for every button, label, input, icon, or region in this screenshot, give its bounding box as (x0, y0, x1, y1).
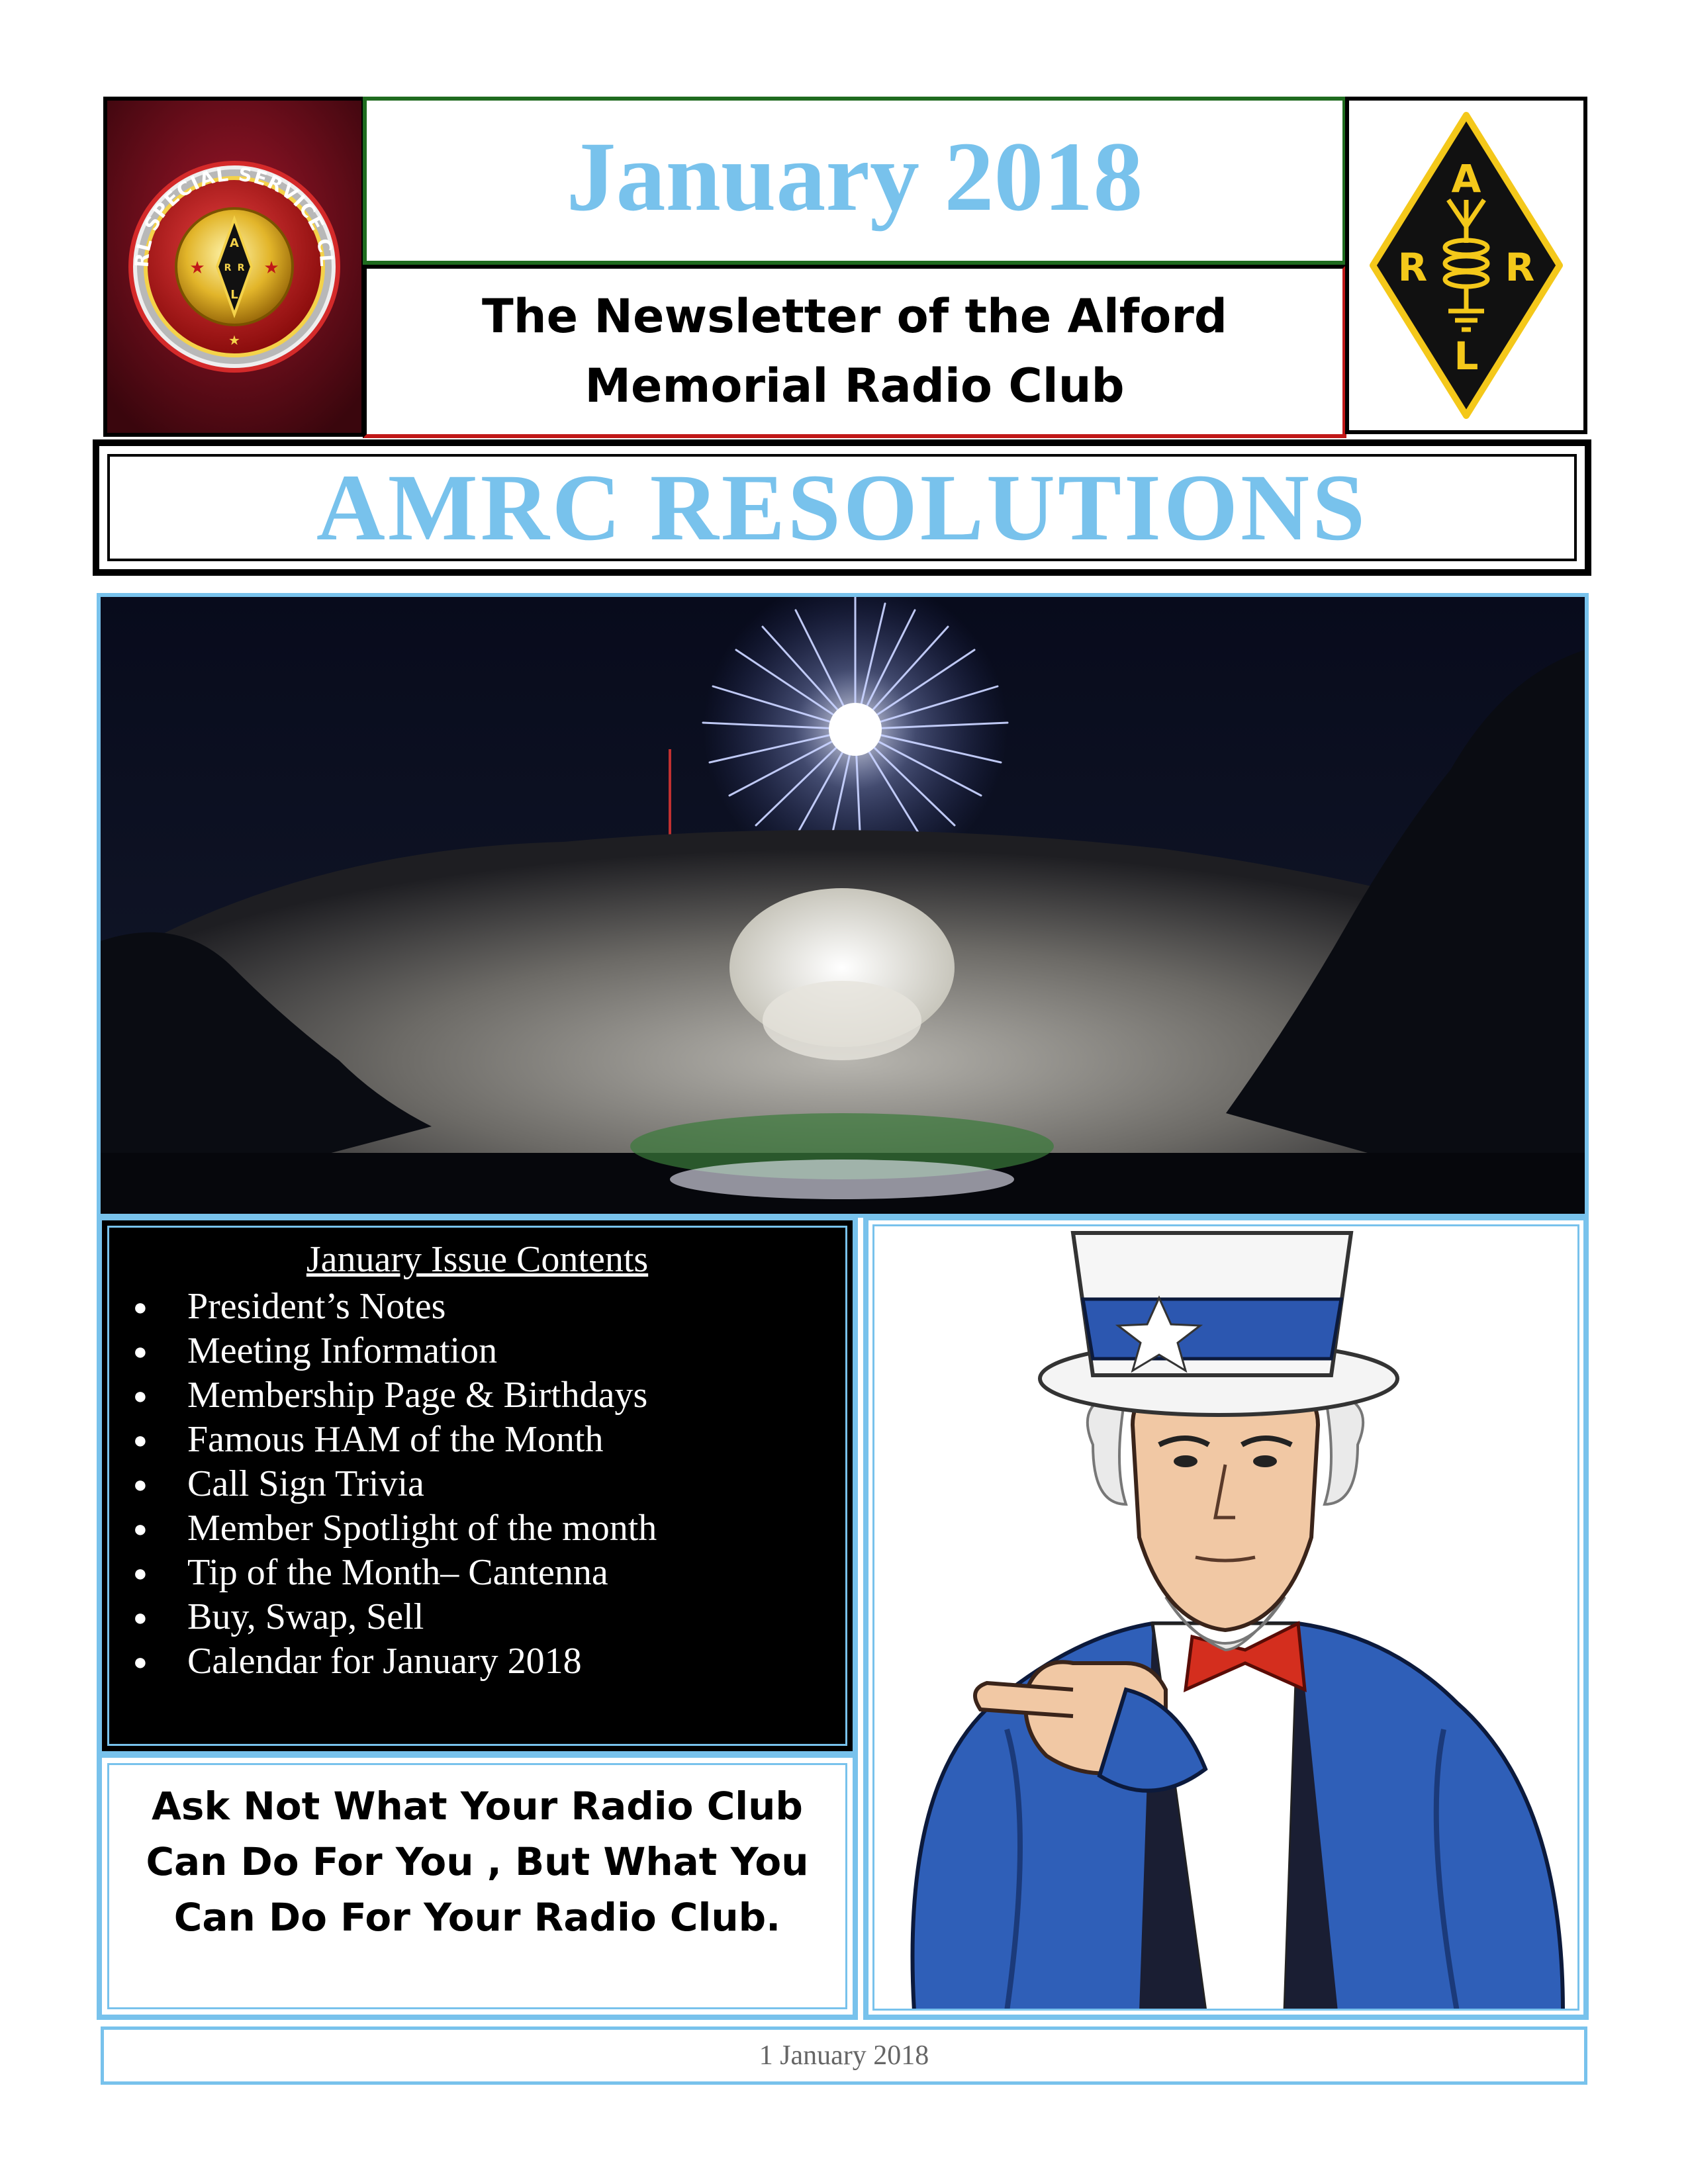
newsletter-subtitle: The Newsletter of the Alford Memorial Ra… (367, 269, 1342, 421)
arrl-diamond-icon: A R R L (1370, 112, 1563, 419)
svg-text:R: R (238, 263, 245, 273)
issue-contents-panel: January Issue Contents ● President’s Note… (97, 1215, 858, 1756)
svg-text:A: A (1452, 156, 1481, 201)
bullet-icon: ● (133, 1471, 148, 1498)
subtitle-line-2: Memorial Radio Club (585, 359, 1125, 413)
svg-text:★: ★ (228, 334, 240, 348)
bullet-icon: ● (133, 1604, 148, 1631)
bullet-icon: ● (133, 1559, 148, 1586)
list-item: ● Tip of the Month– Cantenna (133, 1551, 657, 1595)
bullet-icon: ● (133, 1426, 148, 1453)
slogan-text: Ask Not What Your Radio Club Can Do For … (122, 1778, 832, 1945)
footer-date: 1 January 2018 (759, 2040, 929, 2071)
slogan-line-1: Ask Not What Your Radio Club (152, 1784, 803, 1829)
list-item: ● Meeting Information (133, 1329, 657, 1373)
slogan-line-2: Can Do For You , But What You (146, 1839, 809, 1884)
svg-text:A: A (230, 236, 239, 250)
newsletter-date-title: January 2018 (566, 122, 1143, 232)
bullet-icon: ● (133, 1648, 148, 1675)
banner-inner-frame: AMRC RESOLUTIONS (107, 454, 1577, 561)
uncle-sam-icon (910, 1231, 1565, 2009)
svg-text:R: R (1505, 245, 1535, 290)
fireworks-photo-icon (101, 597, 1585, 1214)
subtitle-line-1: The Newsletter of the Alford (482, 289, 1227, 343)
svg-text:★: ★ (189, 257, 205, 277)
list-item: ● Member Spotlight of the month (133, 1506, 657, 1551)
bullet-icon: ● (133, 1338, 148, 1365)
uncle-sam-inner (872, 1224, 1579, 2011)
arrl-special-service-club-logo: A R R L ★ ★ ★ ARRL SPECIAL SERVICE CLUB (103, 97, 365, 437)
list-item: ● Membership Page & Birthdays (133, 1373, 657, 1418)
uncle-sam-illustration-panel (863, 1215, 1589, 2020)
svg-text:L: L (230, 288, 238, 302)
slogan-inner: Ask Not What Your Radio Club Can Do For … (107, 1763, 847, 2009)
contents-list: ● President’s Notes ● Meeting Information … (133, 1285, 657, 1684)
svg-text:R: R (1398, 245, 1428, 290)
resolutions-banner: AMRC RESOLUTIONS (93, 439, 1591, 576)
issue-contents-inner: January Issue Contents ● President’s Note… (107, 1226, 847, 1746)
arrl-logo: A R R L (1345, 97, 1587, 434)
contents-heading: January Issue Contents (306, 1239, 649, 1280)
page-footer: 1 January 2018 (101, 2026, 1587, 2085)
list-item: ● President’s Notes (133, 1285, 657, 1329)
subtitle-box: The Newsletter of the Alford Memorial Ra… (363, 265, 1346, 438)
title-box: January 2018 (363, 97, 1346, 265)
list-item: ● Call Sign Trivia (133, 1462, 657, 1506)
bullet-icon: ● (133, 1293, 148, 1320)
svg-text:R: R (224, 263, 232, 273)
list-item: ● Buy, Swap, Sell (133, 1595, 657, 1639)
list-item: ● Calendar for January 2018 (133, 1639, 657, 1684)
banner-title: AMRC RESOLUTIONS (316, 455, 1368, 561)
arrl-seal-icon: A R R L ★ ★ ★ ARRL SPECIAL SERVICE CLUB (107, 101, 361, 433)
svg-text:★: ★ (263, 257, 279, 277)
bullet-icon: ● (133, 1515, 148, 1542)
stone-mountain-fireworks-photo (97, 593, 1589, 1218)
bullet-icon: ● (133, 1382, 148, 1409)
list-item: ● Famous HAM of the Month (133, 1418, 657, 1462)
slogan-line-3: Can Do For Your Radio Club. (173, 1895, 781, 1940)
slogan-panel: Ask Not What Your Radio Club Can Do For … (97, 1752, 858, 2020)
svg-text:L: L (1454, 334, 1479, 379)
